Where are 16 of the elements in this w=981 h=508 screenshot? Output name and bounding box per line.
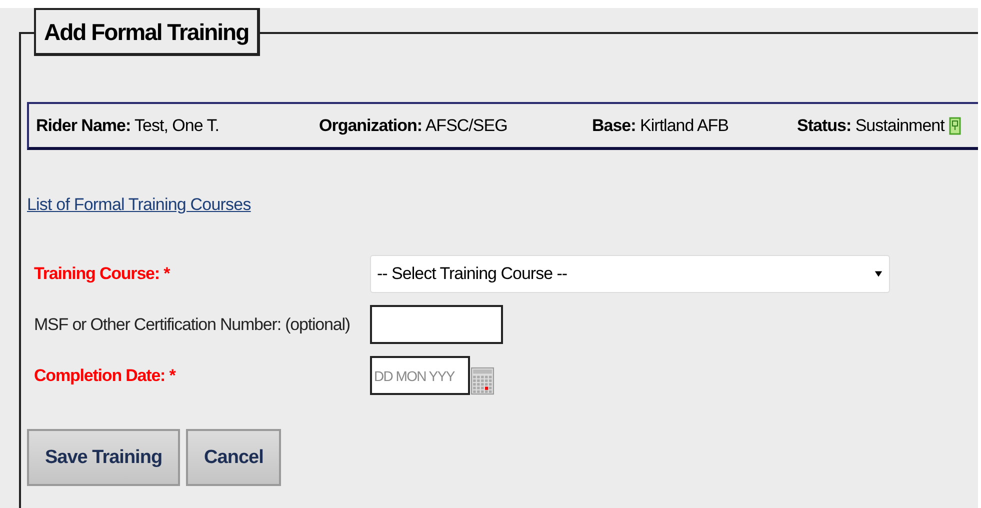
field-label: Training Course: * <box>34 264 172 284</box>
course-dropdown[interactable]: -- Select Training Course -- <box>370 255 890 293</box>
cancel-button[interactable]: Cancel <box>186 429 282 486</box>
info-text: Rider Name: Test, One T. <box>36 116 219 136</box>
info-text: Organization: AFSC/SEG <box>319 116 508 136</box>
info-text: Base: Kirtland AFB <box>592 116 729 136</box>
form-title: Add Formal Training <box>34 8 260 56</box>
save-button[interactable]: Save Training <box>27 429 180 486</box>
info-text: Status: Sustainment <box>797 116 944 136</box>
caret-icon <box>874 270 883 278</box>
field-label: Completion Date: * <box>34 366 177 386</box>
courses-link[interactable]: List of Formal Training Courses <box>27 195 251 215</box>
document-icon[interactable] <box>949 116 962 134</box>
field-label: MSF or Other Certification Number: (optional) <box>34 314 351 334</box>
date-field[interactable]: DD MON YYY <box>370 356 470 395</box>
certification-field[interactable] <box>370 305 503 344</box>
